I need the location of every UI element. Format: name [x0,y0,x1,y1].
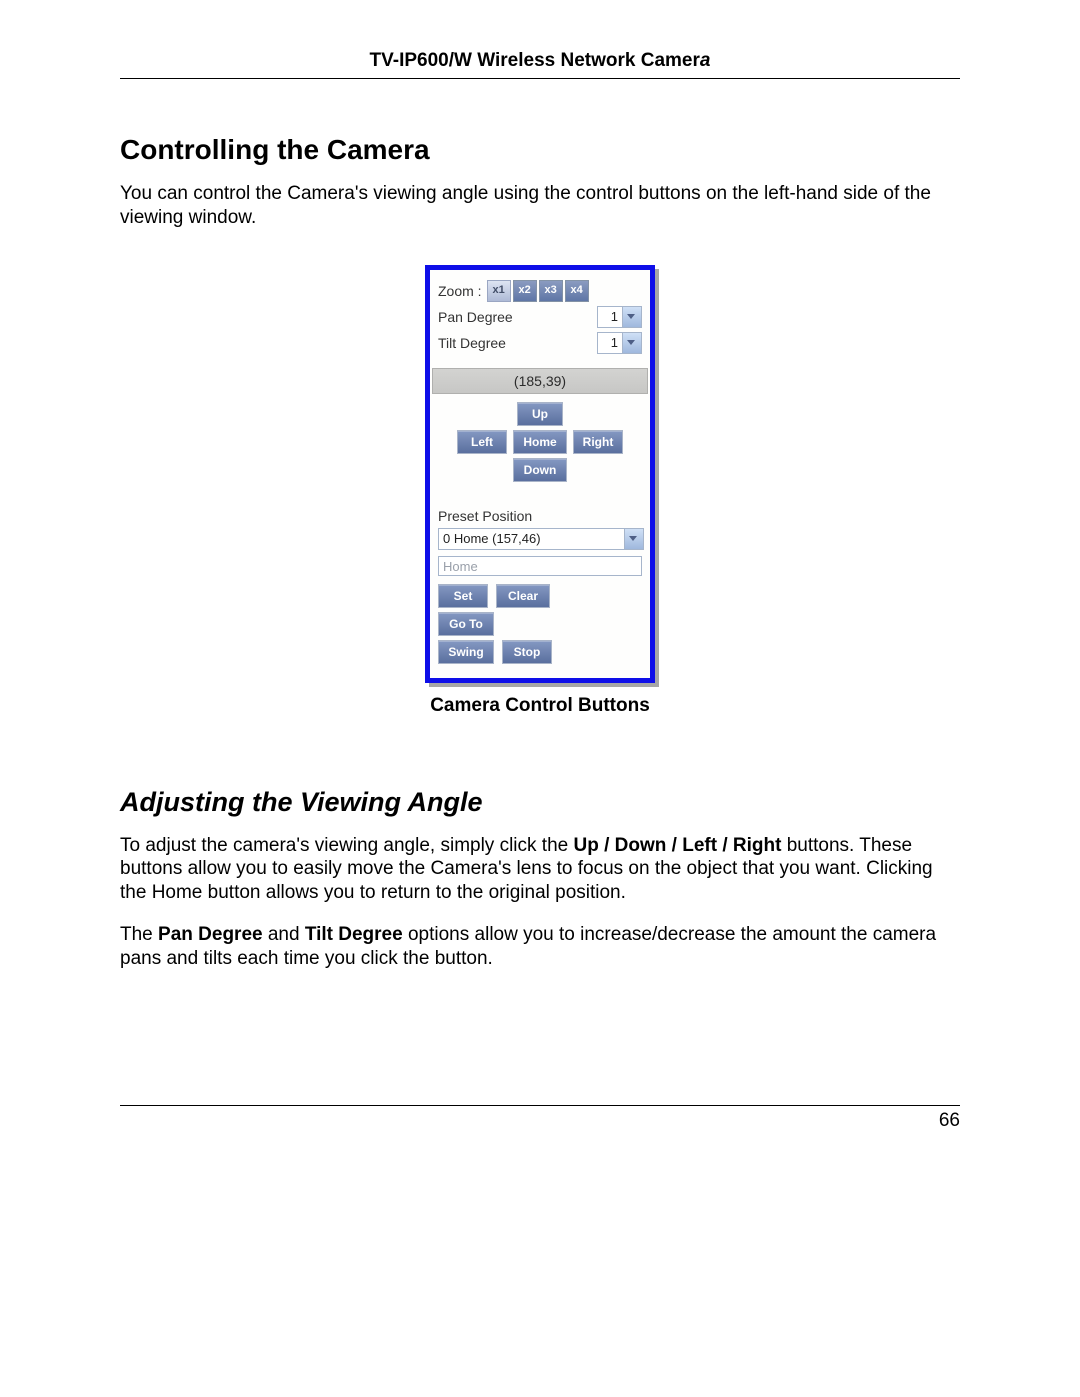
tilt-degree-select[interactable]: 1 [597,332,642,354]
camera-control-panel: Zoom : x1 x2 x3 x4 Pan Degree 1 Tilt Deg… [425,265,655,683]
zoom-x1-button[interactable]: x1 [487,280,511,302]
preset-position-label: Preset Position [438,508,642,524]
paragraph-3: The Pan Degree and Tilt Degree options a… [120,923,960,971]
tilt-degree-label: Tilt Degree [438,335,506,351]
section-heading: Controlling the Camera [120,134,960,166]
zoom-label: Zoom : [438,283,482,299]
home-button[interactable]: Home [513,430,567,454]
subsection-heading: Adjusting the Viewing Angle [120,787,960,818]
set-button[interactable]: Set [438,584,488,608]
chevron-down-icon [622,307,641,327]
zoom-x4-button[interactable]: x4 [565,280,589,302]
pan-degree-label: Pan Degree [438,309,513,325]
p2a: To adjust the camera's viewing angle, si… [120,835,574,856]
left-button[interactable]: Left [457,430,507,454]
preset-name-input[interactable]: Home [438,556,642,576]
header-italic: a [700,50,711,71]
swing-button[interactable]: Swing [438,640,494,664]
panel-caption: Camera Control Buttons [120,695,960,717]
chevron-down-icon [622,333,641,353]
page-number: 66 [939,1110,960,1131]
p3b-bold: Pan Degree [158,924,263,945]
paragraph-2: To adjust the camera's viewing angle, si… [120,834,960,905]
preset-position-select[interactable]: 0 Home (157,46) [438,528,644,550]
down-button[interactable]: Down [513,458,567,482]
clear-button[interactable]: Clear [496,584,550,608]
tilt-degree-value: 1 [598,333,622,353]
panel-container: Zoom : x1 x2 x3 x4 Pan Degree 1 Tilt Deg… [120,265,960,683]
goto-button[interactable]: Go To [438,612,494,636]
p3a: The [120,924,158,945]
pan-degree-select[interactable]: 1 [597,306,642,328]
stop-button[interactable]: Stop [502,640,552,664]
zoom-row: Zoom : x1 x2 x3 x4 [438,280,642,302]
preset-position-value: 0 Home (157,46) [439,529,624,549]
right-button[interactable]: Right [573,430,623,454]
zoom-x2-button[interactable]: x2 [513,280,537,302]
page-body: TV-IP600/W Wireless Network Camera Contr… [120,50,960,988]
tilt-degree-row: Tilt Degree 1 [438,332,642,354]
p3c: and [263,924,305,945]
header-text: TV-IP600/W Wireless Network Camer [370,50,700,71]
chevron-down-icon [624,529,643,549]
zoom-x3-button[interactable]: x3 [539,280,563,302]
page-header: TV-IP600/W Wireless Network Camera [120,50,960,79]
pan-degree-value: 1 [598,307,622,327]
page-footer: 66 [120,1105,960,1132]
direction-grid: Up Left Home Right Down [438,402,642,482]
up-button[interactable]: Up [517,402,563,426]
coordinate-display: (185,39) [432,368,648,394]
pan-degree-row: Pan Degree 1 [438,306,642,328]
intro-paragraph: You can control the Camera's viewing ang… [120,182,960,230]
p3d-bold: Tilt Degree [305,924,403,945]
p2b-bold: Up / Down / Left / Right [574,835,782,856]
